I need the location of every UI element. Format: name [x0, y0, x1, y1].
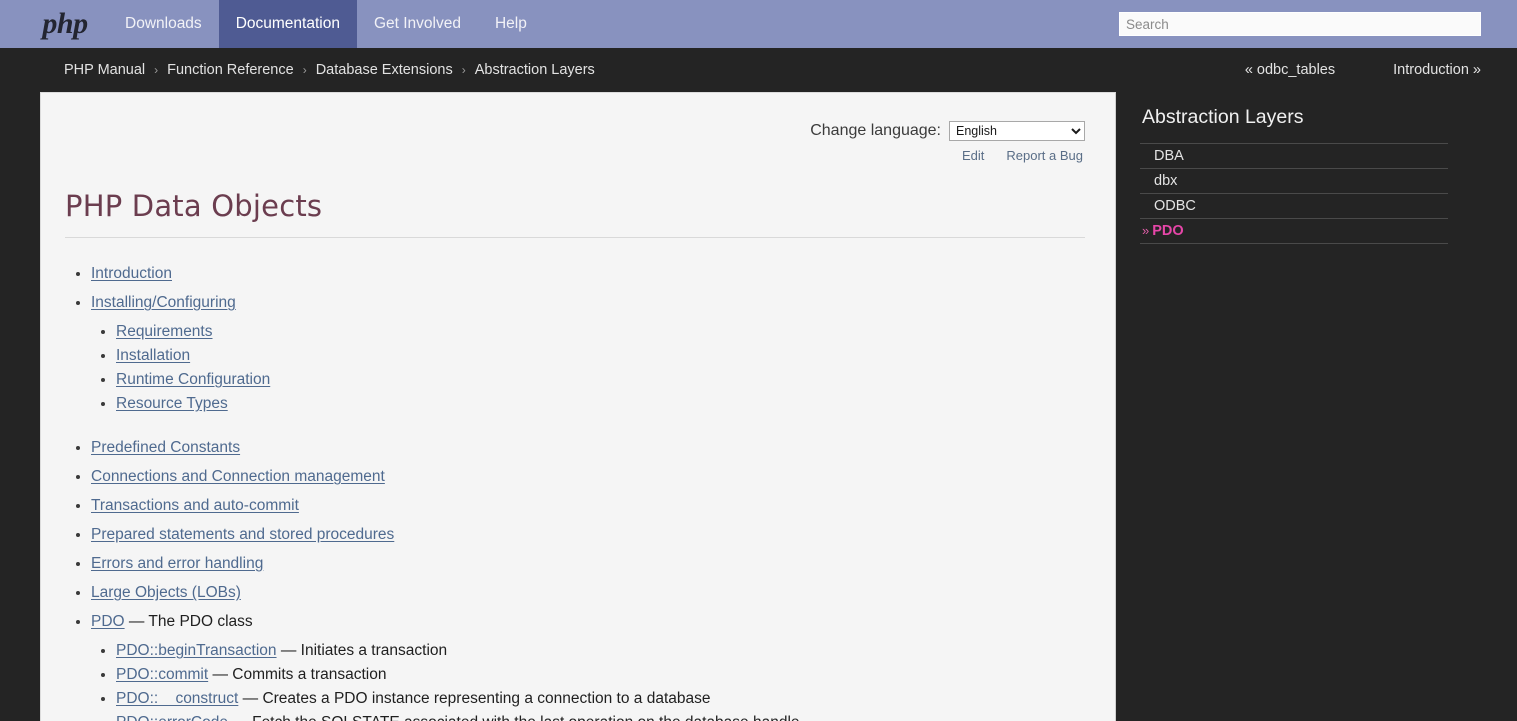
- list-item: Resource Types: [116, 392, 1085, 416]
- toc-desc-pdo-construct: — Creates a PDO instance representing a …: [238, 690, 711, 707]
- list-item: Requirements: [116, 320, 1085, 344]
- toc-link-requirements[interactable]: Requirements: [116, 323, 213, 340]
- toc-link-runtime-configuration[interactable]: Runtime Configuration: [116, 371, 270, 388]
- language-select[interactable]: English: [949, 121, 1085, 141]
- toc-link-predefined-constants[interactable]: Predefined Constants: [91, 439, 240, 456]
- nav-item-help[interactable]: Help: [478, 0, 544, 48]
- breadcrumb-separator-icon: ›: [461, 63, 466, 77]
- list-item: Installing/Configuring Requirements Inst…: [91, 291, 1085, 416]
- change-language-label: Change language:: [810, 122, 941, 139]
- list-item: Large Objects (LOBs): [91, 581, 1085, 605]
- sidebar-link-dbx[interactable]: dbx: [1154, 173, 1177, 189]
- list-item: Runtime Configuration: [116, 368, 1085, 392]
- toc-link-resource-types[interactable]: Resource Types: [116, 395, 228, 412]
- toc-sublist-installing: Requirements Installation Runtime Config…: [91, 320, 1085, 416]
- sidebar-link-dba[interactable]: DBA: [1154, 148, 1184, 164]
- list-item: Connections and Connection management: [91, 465, 1085, 489]
- current-marker-icon: »: [1142, 223, 1150, 238]
- toc-link-pdo-commit[interactable]: PDO::commit: [116, 666, 208, 683]
- list-item: PDO::beginTransaction — Initiates a tran…: [116, 639, 1085, 663]
- toc-link-introduction[interactable]: Introduction: [91, 265, 172, 282]
- main-content: Change language: English Edit Report a B…: [40, 92, 1116, 721]
- breadcrumb-item-function-reference[interactable]: Function Reference: [167, 62, 294, 78]
- list-item: Errors and error handling: [91, 552, 1085, 576]
- list-item: PDO — The PDO class PDO::beginTransactio…: [91, 610, 1085, 721]
- sidebar-title: Abstraction Layers: [1142, 106, 1304, 128]
- sidebar-item-dba[interactable]: DBA: [1140, 144, 1448, 169]
- nav-item-downloads[interactable]: Downloads: [108, 0, 219, 48]
- toc-link-prepared-statements-and-stored-procedures[interactable]: Prepared statements and stored procedure…: [91, 526, 394, 543]
- top-navigation-bar: php Downloads Documentation Get Involved…: [0, 0, 1517, 48]
- edit-link[interactable]: Edit: [962, 148, 984, 163]
- php-logo-text: php: [42, 7, 88, 40]
- list-spacer: [91, 421, 1085, 431]
- toc-link-pdo-errorcode[interactable]: PDO::errorCode: [116, 714, 228, 721]
- search-container: [1119, 12, 1481, 36]
- toc-link-errors-and-error-handling[interactable]: Errors and error handling: [91, 555, 263, 572]
- toc-desc-pdo: — The PDO class: [124, 613, 253, 630]
- sidebar-list: DBA dbx ODBC » PDO: [1140, 143, 1448, 244]
- toc-link-connections-and-connection-management[interactable]: Connections and Connection management: [91, 468, 385, 485]
- toc-sublist-pdo-methods: PDO::beginTransaction — Initiates a tran…: [91, 639, 1085, 721]
- breadcrumb-bar: PHP Manual › Function Reference › Databa…: [0, 48, 1517, 92]
- breadcrumb-separator-icon: ›: [302, 63, 307, 77]
- toc-link-large-objects-lobs[interactable]: Large Objects (LOBs): [91, 584, 241, 601]
- search-input[interactable]: [1119, 12, 1481, 36]
- toc-link-pdo-construct[interactable]: PDO::__construct: [116, 690, 238, 707]
- page-pagination: « odbc_tables Introduction »: [1245, 62, 1481, 78]
- sidebar-link-odbc[interactable]: ODBC: [1154, 198, 1196, 214]
- next-page-link[interactable]: Introduction »: [1393, 62, 1481, 78]
- breadcrumb-item-database-extensions[interactable]: Database Extensions: [316, 62, 453, 78]
- sidebar-item-pdo[interactable]: » PDO: [1140, 219, 1448, 244]
- nav-item-documentation[interactable]: Documentation: [218, 0, 357, 48]
- breadcrumb-separator-icon: ›: [154, 63, 159, 77]
- toc-desc-pdo-begintransaction: — Initiates a transaction: [276, 642, 448, 659]
- list-item: Transactions and auto-commit: [91, 494, 1085, 518]
- sidebar-link-pdo[interactable]: PDO: [1152, 223, 1183, 239]
- toc-link-pdo-begintransaction[interactable]: PDO::beginTransaction: [116, 642, 277, 659]
- list-item: PDO::__construct — Creates a PDO instanc…: [116, 687, 1085, 711]
- list-item: Prepared statements and stored procedure…: [91, 523, 1085, 547]
- prev-page-link[interactable]: « odbc_tables: [1245, 62, 1335, 78]
- list-item: PDO::commit — Commits a transaction: [116, 663, 1085, 687]
- sidebar: Abstraction Layers DBA dbx ODBC » PDO: [1116, 92, 1496, 244]
- list-item: PDO::errorCode — Fetch the SQLSTATE asso…: [116, 711, 1085, 721]
- list-item: Introduction: [91, 262, 1085, 286]
- toc-link-installation[interactable]: Installation: [116, 347, 190, 364]
- toc-link-transactions-and-auto-commit[interactable]: Transactions and auto-commit: [91, 497, 299, 514]
- sidebar-item-odbc[interactable]: ODBC: [1140, 194, 1448, 219]
- nav-item-get-involved[interactable]: Get Involved: [357, 0, 478, 48]
- toc-link-installing-configuring[interactable]: Installing/Configuring: [91, 294, 236, 311]
- toc-link-pdo[interactable]: PDO: [91, 613, 125, 630]
- language-selector-row: Change language: English: [65, 93, 1085, 141]
- report-bug-link[interactable]: Report a Bug: [1006, 148, 1083, 163]
- page-title: PHP Data Objects: [65, 189, 1085, 238]
- list-item: Installation: [116, 344, 1085, 368]
- breadcrumb-item-abstraction-layers[interactable]: Abstraction Layers: [475, 62, 595, 78]
- list-item: Predefined Constants: [91, 436, 1085, 460]
- sidebar-item-dbx[interactable]: dbx: [1140, 169, 1448, 194]
- page-layout: Change language: English Edit Report a B…: [0, 92, 1517, 721]
- page-action-links: Edit Report a Bug: [65, 148, 1085, 163]
- breadcrumb: PHP Manual › Function Reference › Databa…: [64, 62, 595, 78]
- breadcrumb-item-php-manual[interactable]: PHP Manual: [64, 62, 145, 78]
- php-logo[interactable]: php: [0, 0, 108, 48]
- toc-desc-pdo-errorcode: — Fetch the SQLSTATE associated with the…: [228, 714, 799, 721]
- table-of-contents: Introduction Installing/Configuring Requ…: [65, 262, 1085, 721]
- toc-desc-pdo-commit: — Commits a transaction: [208, 666, 387, 683]
- main-nav-items: Downloads Documentation Get Involved Hel…: [108, 0, 544, 48]
